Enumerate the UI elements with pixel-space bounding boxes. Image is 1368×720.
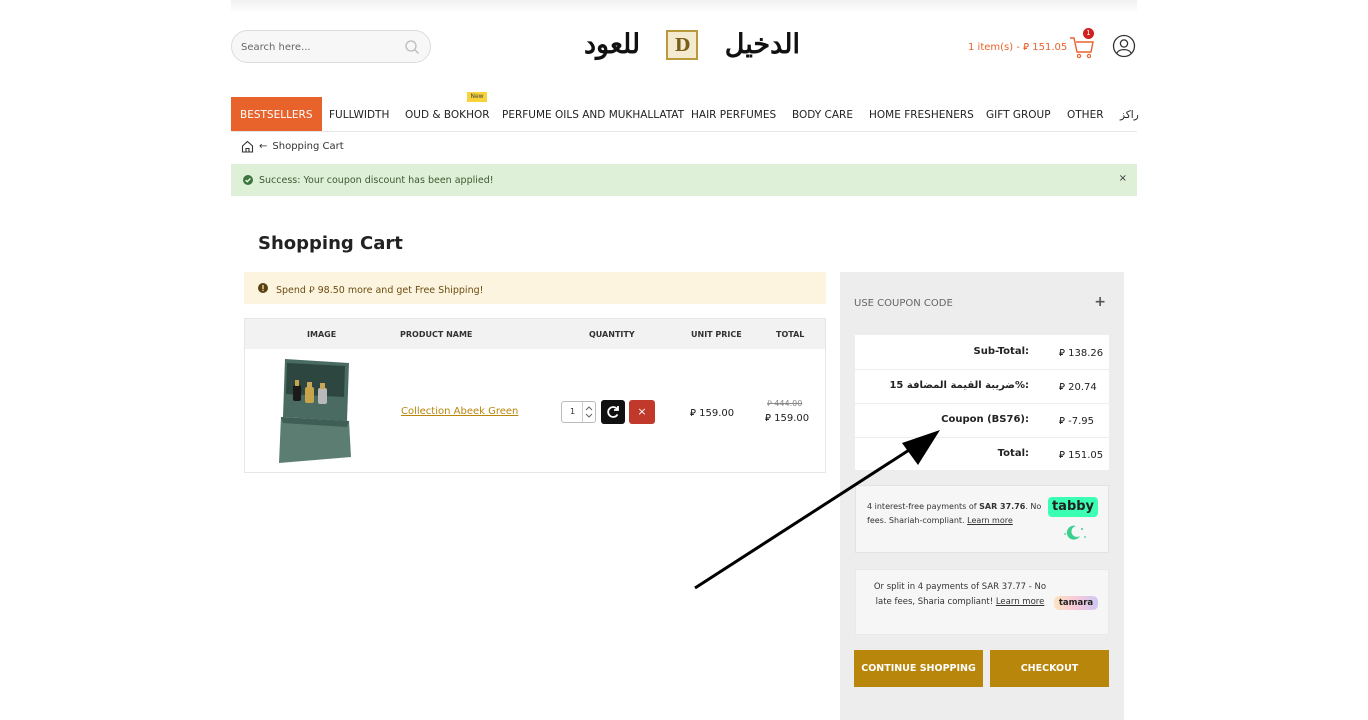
home-icon[interactable] bbox=[241, 140, 254, 153]
logo-text-left: للعود bbox=[584, 29, 641, 60]
update-quantity-button[interactable] bbox=[601, 400, 625, 424]
nav-item-body-care[interactable]: BODY CARE bbox=[792, 97, 853, 131]
page-title: Shopping Cart bbox=[258, 233, 403, 254]
nav-item-fullwidth[interactable]: FULLWIDTH bbox=[329, 97, 389, 131]
shipping-message: Spend ⃁ 98.50 more and get Free Shipping… bbox=[276, 285, 484, 296]
total-value: ⃁ 151.05 bbox=[1059, 450, 1104, 461]
subtotal-label: Sub-Total: bbox=[973, 346, 1029, 357]
row-total: ⃁ 159.00 bbox=[765, 413, 810, 424]
search-input[interactable] bbox=[239, 31, 403, 64]
header-top-shadow bbox=[231, 0, 1137, 14]
nav-item-arabic[interactable]: راكز bbox=[1120, 97, 1139, 131]
vat-value: ⃁ 20.74 bbox=[1059, 382, 1097, 393]
cart-count-badge: 1 bbox=[1083, 28, 1094, 39]
quantity-input[interactable]: 1 bbox=[561, 401, 596, 423]
logo-emblem: D bbox=[666, 30, 699, 60]
nav-item-other[interactable]: OTHER bbox=[1067, 97, 1104, 131]
nav-item-perfume-oils[interactable]: PERFUME OILS AND MUKHALLATAT bbox=[502, 97, 684, 131]
nav-item-gift-group[interactable]: GIFT GROUP bbox=[986, 97, 1051, 131]
subtotal-value: ⃁ 138.26 bbox=[1059, 348, 1104, 359]
user-account-icon[interactable] bbox=[1112, 34, 1136, 58]
header-product-name: PRODUCT NAME bbox=[400, 330, 473, 339]
tabby-learn-more-link[interactable]: Learn more bbox=[967, 516, 1013, 525]
total-label: Total: bbox=[997, 448, 1029, 459]
tabby-logo: tabby bbox=[1048, 497, 1098, 517]
header-total: TOTAL bbox=[776, 330, 805, 339]
alert-close-button[interactable]: × bbox=[1119, 173, 1127, 184]
refresh-icon bbox=[607, 406, 619, 418]
nav-item-home-fresheners[interactable]: HOME FRESHENERS bbox=[869, 97, 974, 131]
check-circle-icon bbox=[243, 175, 253, 185]
header-image: IMAGE bbox=[307, 330, 337, 339]
tabby-amount: SAR 37.76 bbox=[979, 502, 1026, 511]
logo-text-right: الدخيل bbox=[724, 29, 800, 60]
search-icon[interactable] bbox=[404, 39, 420, 55]
totals-row-vat: 15 ضريبة القيمة المضافة%: ⃁ 20.74 bbox=[855, 369, 1109, 404]
success-alert: Success: Your coupon discount has been a… bbox=[231, 164, 1137, 196]
site-logo[interactable]: للعود D الدخيل bbox=[584, 28, 800, 62]
annotation-arrow bbox=[694, 430, 940, 590]
table-header: IMAGE PRODUCT NAME QUANTITY UNIT PRICE T… bbox=[245, 319, 825, 349]
breadcrumb-separator: ← bbox=[259, 141, 268, 152]
unit-price: ⃁ 159.00 bbox=[690, 408, 735, 419]
breadcrumb-current[interactable]: Shopping Cart bbox=[272, 141, 343, 152]
continue-shopping-button[interactable]: CONTINUE SHOPPING bbox=[854, 650, 983, 687]
tamara-learn-more-link[interactable]: Learn more bbox=[996, 597, 1044, 607]
cart-summary[interactable]: 1 item(s) - ⃁ 151.05 bbox=[968, 40, 1067, 53]
free-shipping-notice: Spend ⃁ 98.50 more and get Free Shipping… bbox=[244, 272, 826, 304]
crescent-star-icon bbox=[1064, 525, 1086, 540]
exclamation-circle-icon bbox=[258, 283, 268, 293]
main-nav: BESTSELLERS FULLWIDTH OUD & BOKHOR PERFU… bbox=[231, 97, 1139, 132]
quantity-value: 1 bbox=[570, 407, 576, 416]
tamara-logo: tamara bbox=[1054, 596, 1098, 610]
quantity-stepper-icon[interactable] bbox=[582, 402, 595, 422]
nav-item-bestsellers[interactable]: BESTSELLERS bbox=[231, 97, 322, 131]
original-total: ⃁ 444.00 bbox=[767, 399, 803, 408]
header-quantity: QUANTITY bbox=[589, 330, 635, 339]
vat-label: 15 ضريبة القيمة المضافة%: bbox=[889, 380, 1029, 391]
breadcrumb: ← Shopping Cart bbox=[241, 140, 344, 153]
coupon-label: Coupon (BS76): bbox=[941, 414, 1029, 425]
product-image[interactable] bbox=[277, 357, 353, 465]
remove-item-button[interactable]: × bbox=[629, 400, 655, 424]
coupon-toggle-label[interactable]: USE COUPON CODE bbox=[854, 298, 953, 309]
product-name-link[interactable]: Collection Abeek Green bbox=[401, 406, 518, 417]
header-unit-price: UNIT PRICE bbox=[691, 330, 742, 339]
checkout-button[interactable]: CHECKOUT bbox=[990, 650, 1109, 687]
coupon-value: ⃁ -7.95 bbox=[1059, 416, 1094, 427]
plus-icon[interactable]: + bbox=[1094, 294, 1106, 310]
alert-message: Success: Your coupon discount has been a… bbox=[259, 175, 494, 186]
nav-item-oud-bokhor[interactable]: OUD & BOKHOR bbox=[405, 97, 490, 131]
search-box bbox=[231, 30, 431, 64]
totals-row-subtotal: Sub-Total: ⃁ 138.26 bbox=[855, 335, 1109, 370]
nav-item-hair-perfumes[interactable]: HAIR PERFUMES bbox=[691, 97, 776, 131]
